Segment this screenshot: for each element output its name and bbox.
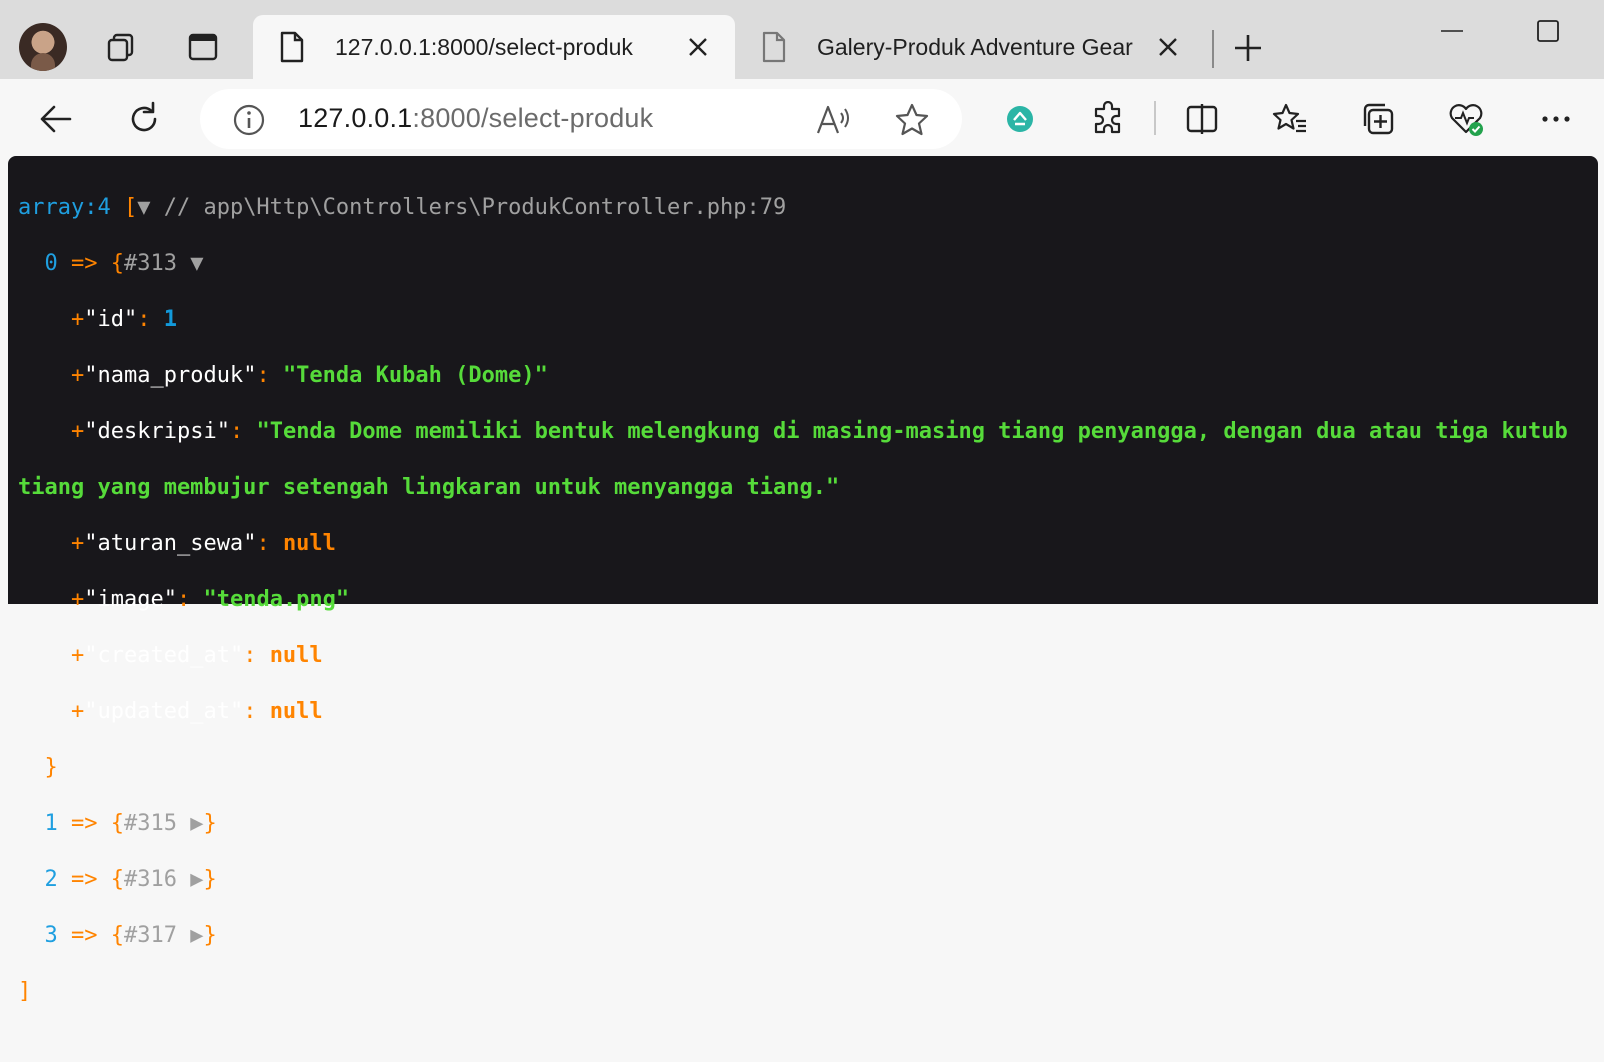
workspaces-icon[interactable] <box>102 28 140 66</box>
read-aloud-icon[interactable] <box>814 101 852 139</box>
tab-strip: 127.0.0.1:8000/select-produk Galery-Prod… <box>0 0 1604 79</box>
bracket-open: [ <box>123 195 138 220</box>
object-ref: #315 <box>124 811 177 836</box>
field-key: id <box>97 307 124 332</box>
tab-actions-icon[interactable] <box>184 28 222 66</box>
split-screen-icon[interactable] <box>1180 97 1224 141</box>
field-deskripsi-cont: tiang yang membujur setengah lingkaran u… <box>18 474 1578 502</box>
collapse-toggle[interactable]: ▼ <box>137 195 150 220</box>
profile-avatar[interactable] <box>19 23 67 71</box>
array-type: array:4 <box>18 195 111 220</box>
field-value: null <box>269 699 323 724</box>
url-path: :8000/select-produk <box>412 103 654 133</box>
close-icon[interactable] <box>683 32 713 62</box>
field-key: aturan_sewa <box>97 531 244 556</box>
page-icon <box>277 30 307 64</box>
expand-toggle[interactable]: ▶ <box>190 811 203 836</box>
arrow: => <box>71 811 98 836</box>
tab-select-produk[interactable]: 127.0.0.1:8000/select-produk <box>253 15 735 79</box>
field-updated-at: +"updated_at": null <box>70 699 323 724</box>
arrow: => <box>71 251 98 276</box>
field-value: 1 <box>163 307 177 332</box>
maximize-icon[interactable] <box>1528 16 1568 46</box>
address-bar[interactable]: 127.0.0.1:8000/select-produk <box>200 89 962 149</box>
field-value: null <box>282 531 336 556</box>
favorite-star-icon[interactable] <box>893 101 931 139</box>
field-created-at: +"created_at": null <box>70 643 323 668</box>
item-0-header: 0 => {#313 ▼ <box>44 251 204 276</box>
tab-title: 127.0.0.1:8000/select-produk <box>335 33 633 60</box>
item-1: 1 => {#315 ▶} <box>44 811 217 836</box>
tab-galery-produk[interactable]: Galery-Produk Adventure Gear <box>735 15 1205 79</box>
close-icon[interactable] <box>1153 32 1183 62</box>
dump-header: array:4 [▼ // app\Http\Controllers\Produ… <box>18 194 1578 222</box>
toolbar-separator <box>1154 101 1156 135</box>
field-value: "Tenda Dome memiliki bentuk melengkung d… <box>256 419 1568 444</box>
more-icon[interactable] <box>1534 97 1578 141</box>
item-2: 2 => {#316 ▶} <box>44 867 217 892</box>
back-icon[interactable] <box>34 97 78 141</box>
object-ref: #313 <box>124 251 177 276</box>
object-ref: #317 <box>124 923 177 948</box>
field-nama-produk: +"nama_produk": "Tenda Kubah (Dome)" <box>70 363 548 388</box>
object-ref: #316 <box>124 867 177 892</box>
tab-separator <box>1212 30 1214 68</box>
field-key: deskripsi <box>97 419 217 444</box>
array-dump: array:4 [▼ // app\Http\Controllers\Produ… <box>18 166 1578 1062</box>
field-key: image <box>97 587 164 612</box>
favorites-icon[interactable] <box>1268 97 1312 141</box>
field-value: "tenda.png" <box>203 587 350 612</box>
collapse-toggle[interactable]: ▼ <box>190 251 203 276</box>
field-value: null <box>269 643 323 668</box>
dump-footer: ] <box>18 978 1578 1006</box>
item-index: 1 <box>44 811 58 836</box>
item-3: 3 => {#317 ▶} <box>44 923 217 948</box>
item-index: 3 <box>44 923 58 948</box>
tab-title: Galery-Produk Adventure Gear <box>817 33 1133 60</box>
item-index: 0 <box>44 251 58 276</box>
new-tab-icon[interactable] <box>1228 28 1268 68</box>
page-icon <box>759 30 789 64</box>
navigation-toolbar: 127.0.0.1:8000/select-produk <box>0 79 1604 155</box>
expand-toggle[interactable]: ▶ <box>190 867 203 892</box>
item-index: 2 <box>44 867 58 892</box>
extension-brand-icon[interactable] <box>998 97 1042 141</box>
field-deskripsi: +"deskripsi": "Tenda Dome memiliki bentu… <box>70 419 1568 444</box>
field-key: nama_produk <box>97 363 244 388</box>
info-icon[interactable] <box>232 103 266 137</box>
field-id: +"id": 1 <box>70 307 177 332</box>
field-key: created_at <box>97 643 230 668</box>
field-value: "Tenda Kubah (Dome)" <box>282 363 548 388</box>
url-host: 127.0.0.1 <box>298 103 413 133</box>
browser-essentials-icon[interactable] <box>1444 97 1488 141</box>
dump-output: array:4 [▼ // app\Http\Controllers\Produ… <box>8 156 1598 1004</box>
minimize-icon[interactable] <box>1432 16 1472 46</box>
source-comment: // app\Http\Controllers\ProdukController… <box>163 195 787 220</box>
extensions-puzzle-icon[interactable] <box>1086 97 1130 141</box>
collections-icon[interactable] <box>1356 97 1400 141</box>
arrow: => <box>71 867 98 892</box>
expand-toggle[interactable]: ▶ <box>190 923 203 948</box>
field-value: tiang yang membujur setengah lingkaran u… <box>18 475 840 500</box>
bracket-close: ] <box>18 979 32 1004</box>
url-text[interactable]: 127.0.0.1:8000/select-produk <box>298 103 653 134</box>
field-key: updated_at <box>97 699 230 724</box>
refresh-icon[interactable] <box>122 97 166 141</box>
field-image: +"image": "tenda.png" <box>70 587 350 612</box>
arrow: => <box>71 923 98 948</box>
field-aturan-sewa: +"aturan_sewa": null <box>70 531 336 556</box>
item-0-close: } <box>44 755 58 780</box>
